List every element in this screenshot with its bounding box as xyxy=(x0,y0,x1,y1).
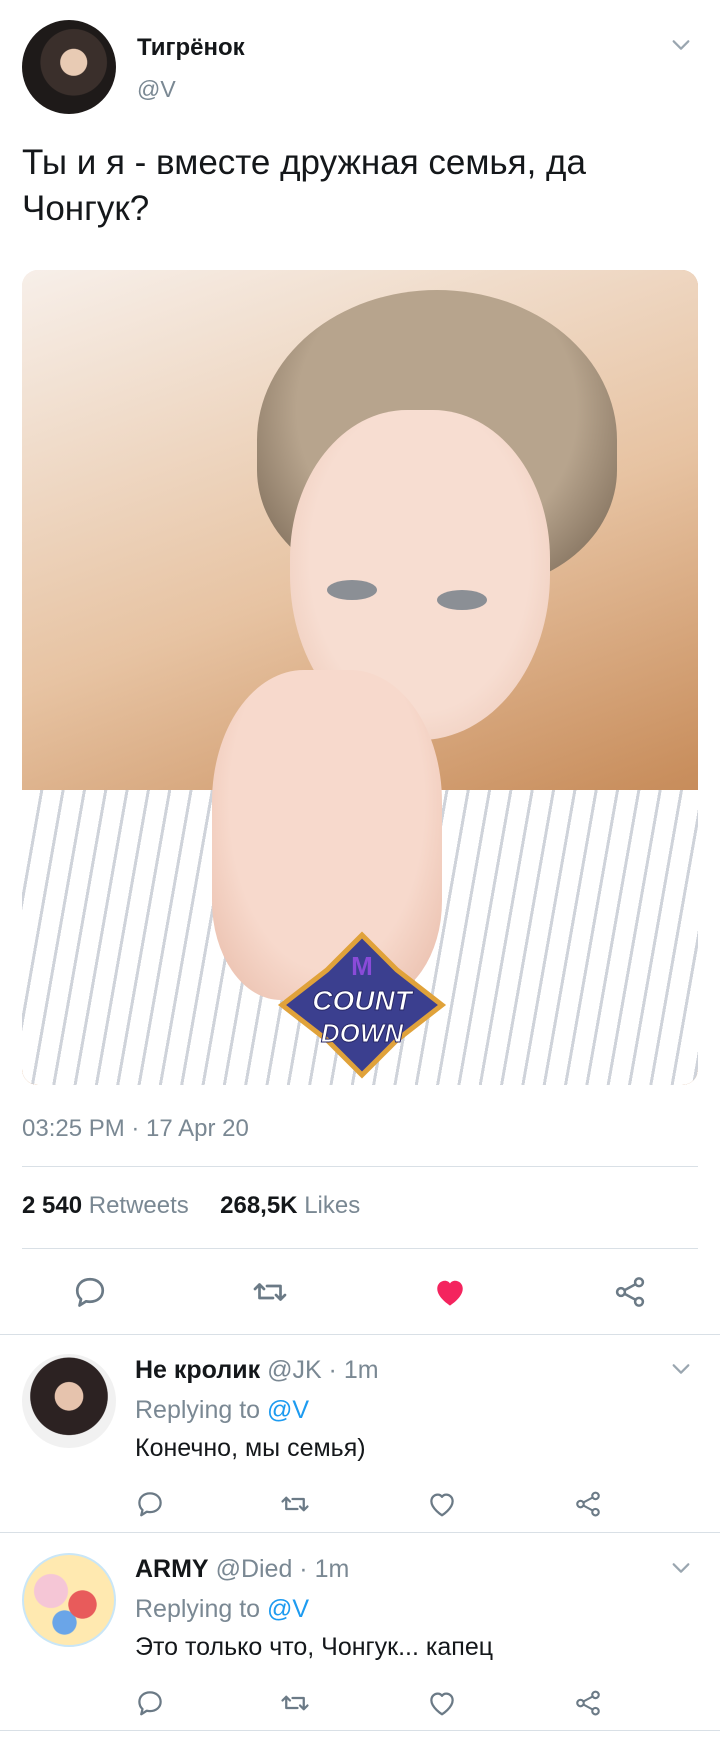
tweet-stats: 2 540 Retweets 268,5K Likes xyxy=(22,1192,360,1220)
like-button[interactable] xyxy=(422,1484,462,1524)
reply-button[interactable] xyxy=(70,1272,110,1312)
author-handle[interactable]: @V xyxy=(137,76,176,103)
share-icon xyxy=(615,1277,645,1307)
heart-icon xyxy=(430,1493,454,1517)
reply-tweet[interactable]: ARMY @Died · 1m Replying to @V Это тольк… xyxy=(0,1533,720,1733)
likes-label[interactable]: Likes xyxy=(304,1192,360,1219)
retweet-button[interactable] xyxy=(250,1272,290,1312)
retweets-count[interactable]: 2 540 xyxy=(22,1192,82,1219)
logo-letter: M xyxy=(351,951,373,981)
likes-count[interactable]: 268,5K xyxy=(220,1192,297,1219)
reply-button[interactable] xyxy=(130,1484,170,1524)
share-icon xyxy=(576,1491,600,1517)
retweet-button[interactable] xyxy=(275,1484,315,1524)
reply-text: Конечно, мы семья) xyxy=(135,1434,366,1462)
reply-button[interactable] xyxy=(130,1683,170,1723)
reply-author-handle[interactable]: @Died · 1m xyxy=(216,1555,350,1583)
reply-actions xyxy=(0,1474,720,1524)
author-name[interactable]: Тигрёнок xyxy=(137,34,245,62)
retweet-icon xyxy=(281,1695,309,1711)
divider xyxy=(0,1730,720,1731)
reply-header: ARMY @Died · 1m xyxy=(135,1555,349,1584)
replying-to: Replying to @V xyxy=(135,1396,309,1425)
reply-icon xyxy=(138,1492,162,1517)
heart-icon xyxy=(437,1280,463,1306)
reply-avatar[interactable] xyxy=(22,1354,116,1448)
tweet-timestamp[interactable]: 03:25 PM · 17 Apr 20 xyxy=(22,1115,249,1143)
countdown-logo: M COUNT DOWN xyxy=(277,931,447,1079)
replying-prefix: Replying to xyxy=(135,1595,261,1623)
tweet-actions xyxy=(0,1262,720,1322)
retweets-label[interactable]: Retweets xyxy=(89,1192,189,1219)
reply-actions xyxy=(0,1673,720,1723)
replying-mention[interactable]: @V xyxy=(267,1396,309,1424)
logo-text-top: COUNT xyxy=(312,985,414,1016)
share-button[interactable] xyxy=(568,1484,608,1524)
share-button[interactable] xyxy=(610,1272,650,1312)
reply-tweet[interactable]: Не кролик @JK · 1m Replying to @V Конечн… xyxy=(0,1334,720,1534)
reply-avatar[interactable] xyxy=(22,1553,116,1647)
replying-mention[interactable]: @V xyxy=(267,1595,309,1623)
photo-eye-left xyxy=(327,580,377,600)
retweet-icon xyxy=(281,1496,309,1512)
retweet-button[interactable] xyxy=(275,1683,315,1723)
reply-icon xyxy=(75,1277,105,1307)
divider xyxy=(22,1248,698,1249)
share-button[interactable] xyxy=(568,1683,608,1723)
photo-eye-right xyxy=(437,590,487,610)
like-button[interactable] xyxy=(430,1272,470,1312)
reply-text: Это только что, Чонгук... капец xyxy=(135,1633,494,1661)
replying-to: Replying to @V xyxy=(135,1595,309,1624)
tweet-text: Ты и я - вместе дружная семья, да Чонгук… xyxy=(22,143,586,228)
share-icon xyxy=(576,1690,600,1716)
reply-icon xyxy=(138,1691,162,1716)
heart-icon xyxy=(430,1692,454,1716)
tweet-media-photo[interactable]: M COUNT DOWN xyxy=(22,270,698,1085)
retweet-icon xyxy=(253,1283,287,1301)
chevron-down-icon[interactable] xyxy=(670,1358,692,1380)
reply-author-name[interactable]: Не кролик xyxy=(135,1356,260,1384)
reply-author-handle[interactable]: @JK · 1m xyxy=(267,1356,379,1384)
reply-header: Не кролик @JK · 1m xyxy=(135,1356,379,1385)
author-avatar[interactable] xyxy=(22,20,116,114)
divider xyxy=(22,1166,698,1167)
reply-author-name[interactable]: ARMY xyxy=(135,1555,209,1583)
chevron-down-icon[interactable] xyxy=(670,34,692,56)
like-button[interactable] xyxy=(422,1683,462,1723)
replying-prefix: Replying to xyxy=(135,1396,261,1424)
logo-text-bottom: DOWN xyxy=(321,1018,405,1048)
chevron-down-icon[interactable] xyxy=(670,1557,692,1579)
